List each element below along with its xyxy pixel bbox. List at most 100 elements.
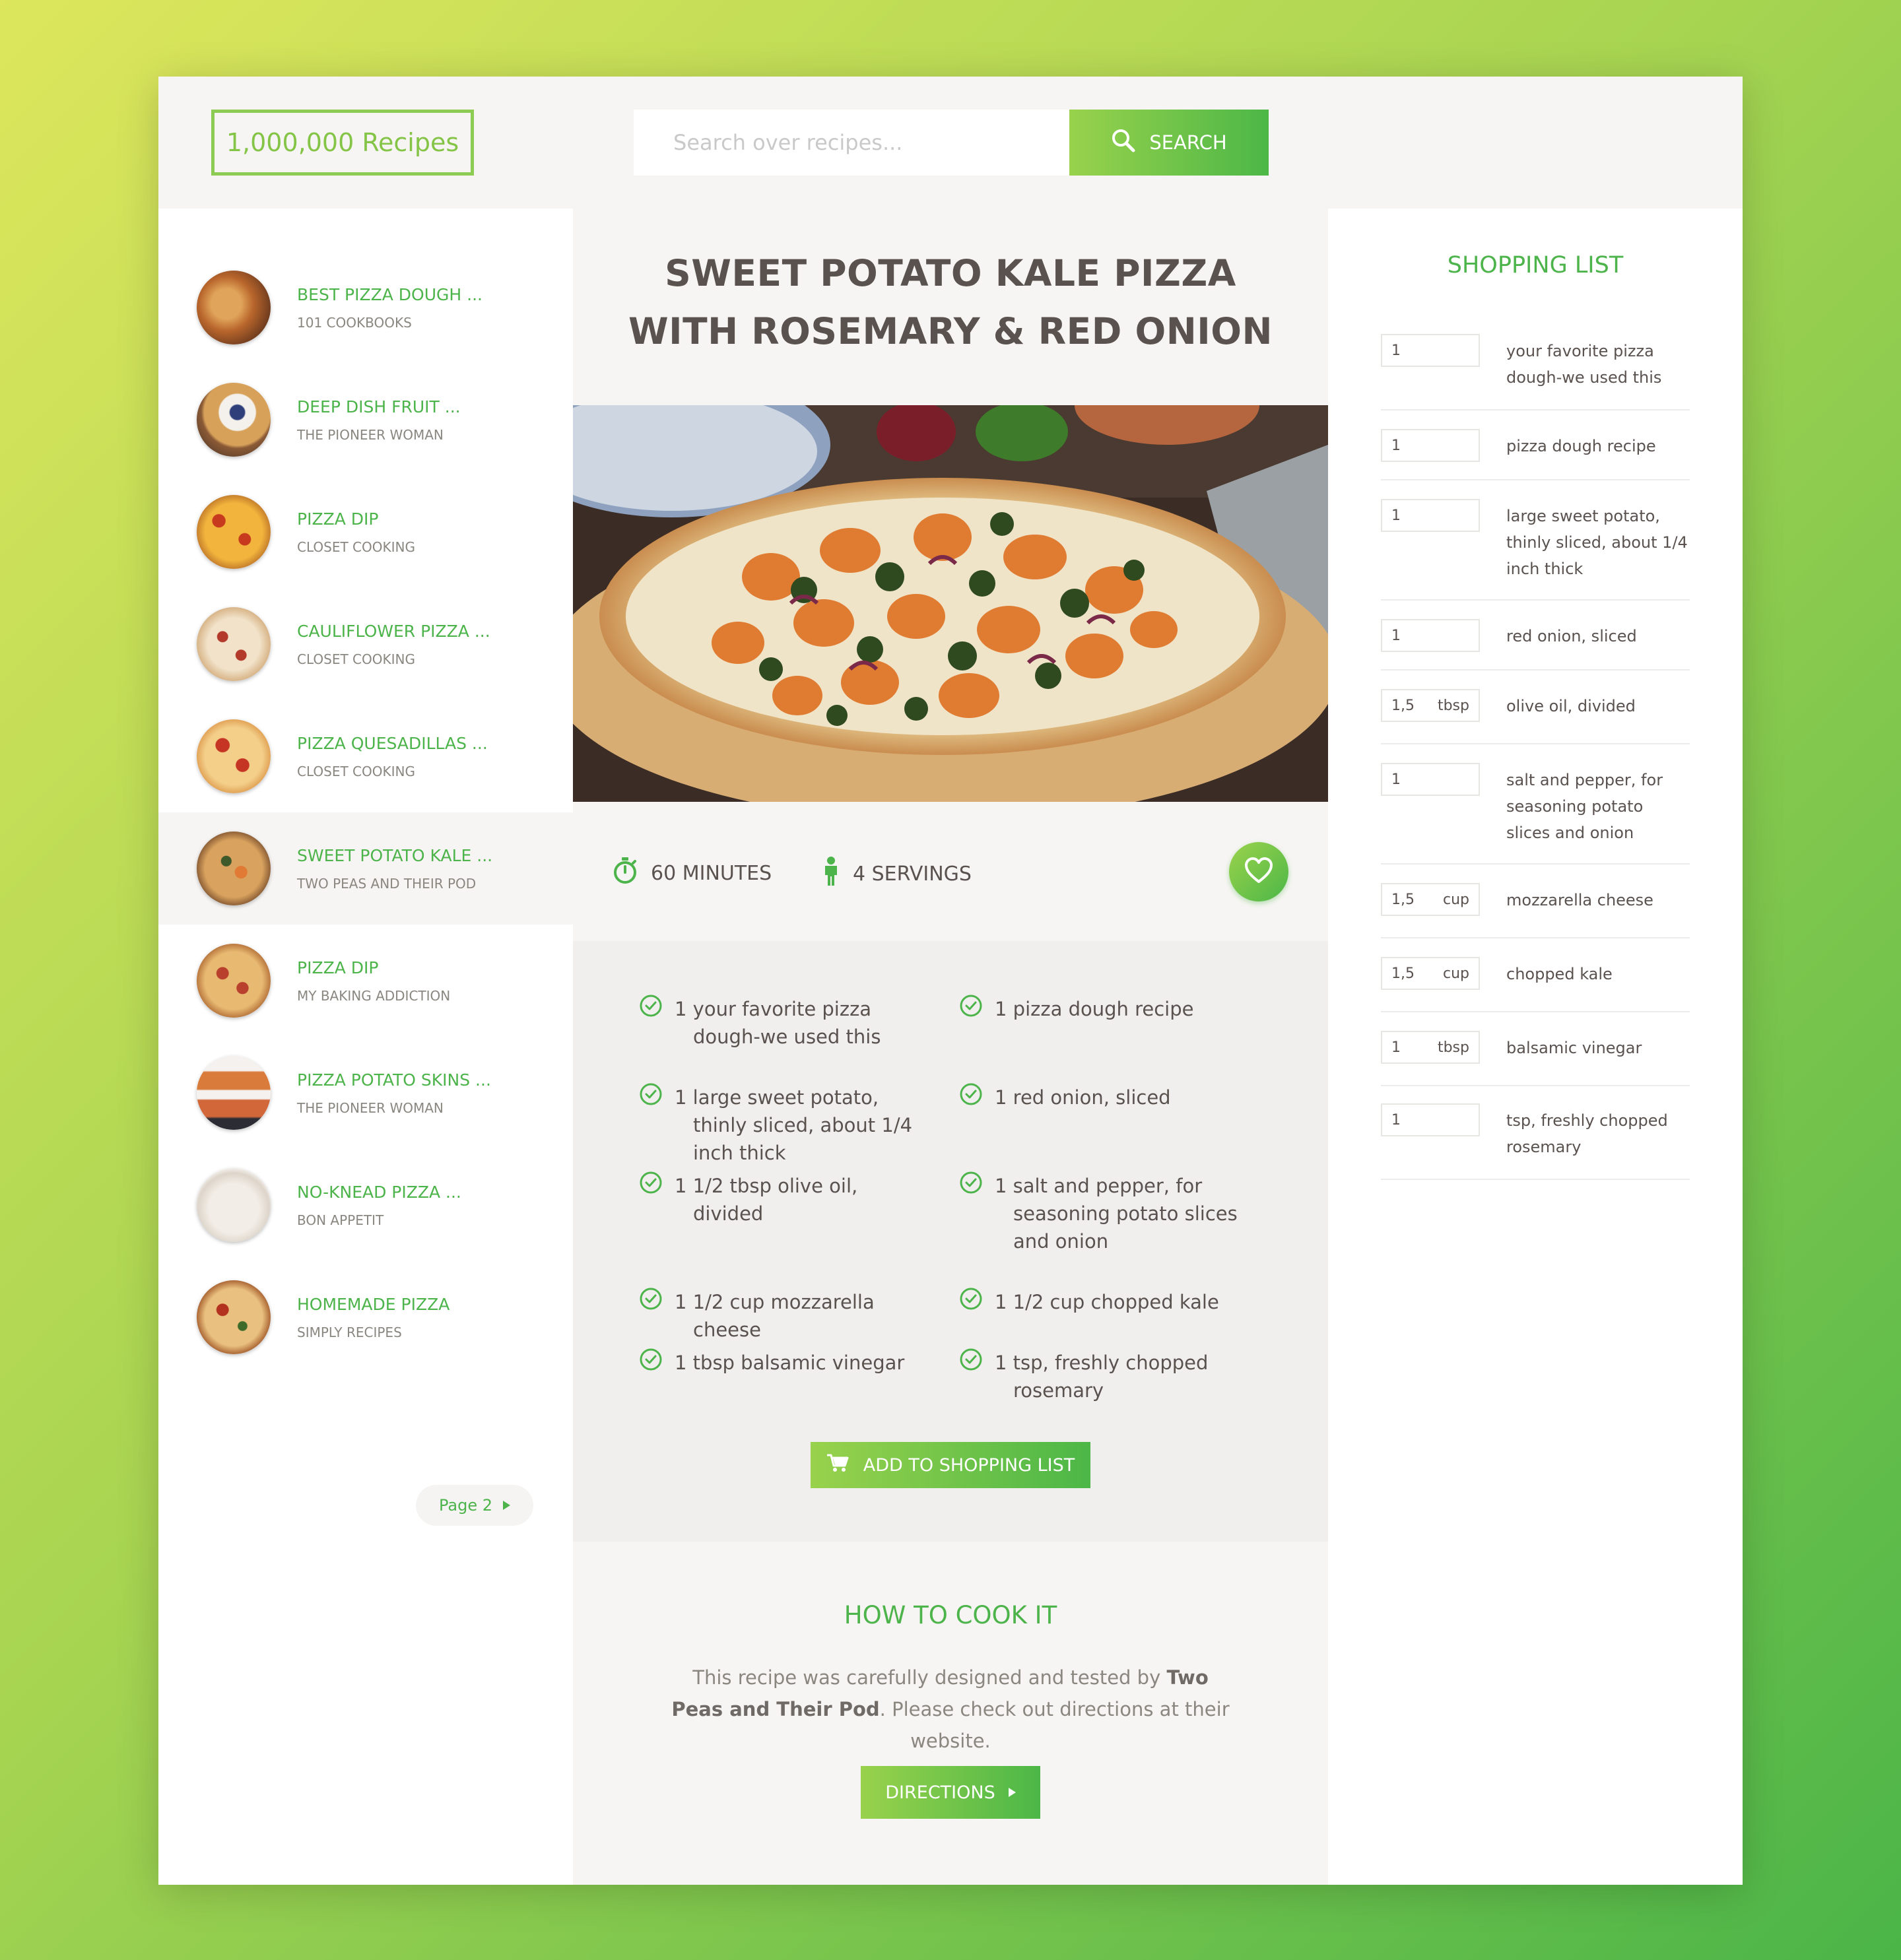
quantity-field[interactable]: 1 xyxy=(1381,619,1480,652)
shopping-item-name: chopped kale xyxy=(1506,965,1613,983)
how-to-cook-section: HOW TO COOK IT This recipe was carefully… xyxy=(573,1542,1328,1885)
shopping-item-name: tsp, freshly chopped rosemary xyxy=(1506,1111,1668,1156)
search-button-label: SEARCH xyxy=(1149,131,1227,154)
sidebar-item-title: SWEET POTATO KALE ... xyxy=(297,845,493,865)
sidebar-item-source: BON APPETIT xyxy=(297,1212,384,1228)
servings-value: 4 SERVINGS xyxy=(853,862,972,886)
favorite-button[interactable] xyxy=(1229,842,1288,901)
sidebar-item[interactable]: PIZZA DIP MY BAKING ADDICTION xyxy=(158,925,573,1037)
sidebar-item-source: SIMPLY RECIPES xyxy=(297,1324,402,1340)
shopping-item-name: your favorite pizza dough-we used this xyxy=(1506,342,1662,387)
quantity-field[interactable]: 1 xyxy=(1381,1103,1480,1136)
sidebar-item-title: HOMEMADE PIZZA xyxy=(297,1294,450,1314)
shopping-list-item: 1 your favorite pizza dough-we used this xyxy=(1381,334,1690,410)
quantity-field[interactable]: 1 xyxy=(1381,334,1480,367)
sidebar-item[interactable]: HOMEMADE PIZZA SIMPLY RECIPES xyxy=(158,1261,573,1373)
quantity-field[interactable]: 1 xyxy=(1381,763,1480,796)
sidebar-item-title: PIZZA QUESADILLAS ... xyxy=(297,733,488,753)
recipe-thumbnail xyxy=(197,719,271,793)
unit-label: tbsp xyxy=(1437,697,1469,714)
sidebar-item[interactable]: DEEP DISH FRUIT ... THE PIONEER WOMAN xyxy=(158,364,573,476)
ingredient-text: 1 large sweet potato, thinly sliced, abo… xyxy=(675,1086,913,1164)
directions-button[interactable]: DIRECTIONS xyxy=(861,1766,1040,1819)
sidebar-item[interactable]: PIZZA QUESADILLAS ... CLOSET COOKING xyxy=(158,700,573,812)
cook-time-value: 60 MINUTES xyxy=(651,861,772,885)
sidebar-item[interactable]: NO-KNEAD PIZZA ... BON APPETIT xyxy=(158,1149,573,1261)
recipe-thumbnail xyxy=(197,383,271,457)
shopping-item-name: salt and pepper, for seasoning potato sl… xyxy=(1506,771,1663,842)
sidebar-item-title: PIZZA DIP xyxy=(297,509,379,529)
ingredient-item: 1 red onion, sliced xyxy=(959,1083,1250,1111)
ingredient-text: 1 tbsp balsamic vinegar xyxy=(675,1352,905,1374)
app-window: 1,000,000 Recipes SEARCH BEST PIZZA DOUG… xyxy=(158,77,1743,1885)
ingredient-text: 1 your favorite pizza dough-we used this xyxy=(675,998,881,1048)
shopping-list-item: 1 salt and pepper, for seasoning potato … xyxy=(1381,763,1690,865)
triangle-right-icon xyxy=(503,1501,510,1510)
quantity-field[interactable]: 1,5 tbsp xyxy=(1381,689,1480,722)
add-to-shopping-list-button[interactable]: ADD TO SHOPPING LIST xyxy=(811,1442,1090,1488)
search-button[interactable]: SEARCH xyxy=(1069,110,1269,176)
ingredient-item: 1 1/2 tbsp olive oil, divided xyxy=(639,1171,929,1227)
check-circle-icon xyxy=(639,1082,663,1109)
sidebar-item-source: 101 COOKBOOKS xyxy=(297,314,412,331)
sidebar-item[interactable]: PIZZA POTATO SKINS ... THE PIONEER WOMAN xyxy=(158,1037,573,1149)
ingredient-item: 1 tbsp balsamic vinegar xyxy=(639,1348,929,1377)
shopping-list-item: 1,5 cup chopped kale xyxy=(1381,957,1690,1012)
quantity-field[interactable]: 1 xyxy=(1381,429,1480,462)
ingredient-item: 1 tsp, freshly chopped rosemary xyxy=(959,1348,1250,1404)
shopping-item-name: large sweet potato, thinly sliced, about… xyxy=(1506,507,1688,578)
sidebar-item[interactable]: BEST PIZZA DOUGH ... 101 COOKBOOKS xyxy=(158,251,573,364)
shopping-item-name: red onion, sliced xyxy=(1506,627,1637,645)
add-to-shopping-list-label: ADD TO SHOPPING LIST xyxy=(863,1454,1075,1476)
check-circle-icon xyxy=(959,1348,983,1374)
pager-label: Page 2 xyxy=(439,1496,492,1515)
ingredient-text: 1 1/2 tbsp olive oil, divided xyxy=(675,1175,858,1225)
shopping-list-item: 1 pizza dough recipe xyxy=(1381,429,1690,480)
shopping-list-item: 1,5 cup mozzarella cheese xyxy=(1381,883,1690,938)
header: 1,000,000 Recipes SEARCH xyxy=(158,77,1743,209)
servings: 4 SERVINGS xyxy=(822,857,972,891)
shopping-list-item: 1 large sweet potato, thinly sliced, abo… xyxy=(1381,499,1690,601)
unit-label: cup xyxy=(1442,891,1469,908)
recipe-detail: SWEET POTATO KALE PIZZA WITH ROSEMARY & … xyxy=(573,209,1328,1885)
sidebar-item-source: CLOSET COOKING xyxy=(297,763,415,779)
quantity-field[interactable]: 1 xyxy=(1381,499,1480,532)
sidebar-item-source: TWO PEAS AND THEIR POD xyxy=(297,875,477,892)
shopping-list-item: 1 red onion, sliced xyxy=(1381,619,1690,670)
ingredient-item: 1 pizza dough recipe xyxy=(959,995,1250,1023)
cart-icon xyxy=(826,1453,849,1478)
directions-label: DIRECTIONS xyxy=(885,1782,995,1803)
sidebar-item[interactable]: PIZZA DIP CLOSET COOKING xyxy=(158,476,573,588)
cook-time: 60 MINUTES xyxy=(613,857,772,890)
search-input[interactable] xyxy=(634,110,1069,176)
sidebar-item-source: CLOSET COOKING xyxy=(297,651,415,667)
quantity-field[interactable]: 1 tbsp xyxy=(1381,1031,1480,1064)
ingredient-item: 1 your favorite pizza dough-we used this xyxy=(639,995,929,1051)
check-circle-icon xyxy=(639,1348,663,1374)
how-to-cook-title: HOW TO COOK IT xyxy=(844,1601,1057,1629)
check-circle-icon xyxy=(959,1171,983,1197)
shopping-item-name: mozzarella cheese xyxy=(1506,891,1653,909)
ingredient-item: 1 1/2 cup mozzarella cheese xyxy=(639,1288,929,1344)
sidebar-item-title: NO-KNEAD PIZZA ... xyxy=(297,1182,461,1202)
recipe-thumbnail xyxy=(197,944,271,1018)
sidebar-item-title: CAULIFLOWER PIZZA ... xyxy=(297,621,490,641)
ingredient-text: 1 1/2 cup chopped kale xyxy=(995,1291,1219,1313)
shopping-list-item: 1 tbsp balsamic vinegar xyxy=(1381,1031,1690,1086)
shopping-item-name: olive oil, divided xyxy=(1506,697,1636,715)
check-circle-icon xyxy=(959,1287,983,1313)
shopping-item-name: balsamic vinegar xyxy=(1506,1039,1642,1057)
logo[interactable]: 1,000,000 Recipes xyxy=(211,110,474,176)
search-icon xyxy=(1111,128,1136,158)
sidebar-item-active[interactable]: SWEET POTATO KALE ... TWO PEAS AND THEIR… xyxy=(158,812,573,925)
sidebar-item-title: DEEP DISH FRUIT ... xyxy=(297,397,461,416)
recipe-thumbnail xyxy=(197,832,271,905)
next-page-button[interactable]: Page 2 xyxy=(416,1485,533,1526)
check-circle-icon xyxy=(639,994,663,1020)
sidebar-item[interactable]: CAULIFLOWER PIZZA ... CLOSET COOKING xyxy=(158,588,573,700)
quantity-field[interactable]: 1,5 cup xyxy=(1381,883,1480,916)
sidebar-item-source: CLOSET COOKING xyxy=(297,539,415,555)
quantity-field[interactable]: 1,5 cup xyxy=(1381,957,1480,990)
shopping-list-title: SHOPPING LIST xyxy=(1447,252,1624,278)
ingredient-text: 1 red onion, sliced xyxy=(995,1086,1171,1109)
